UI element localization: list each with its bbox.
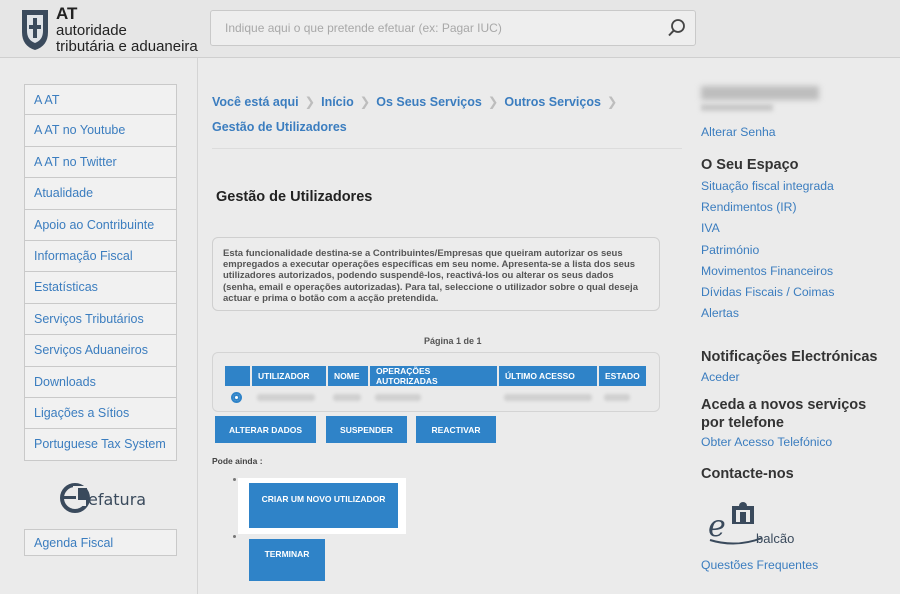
- row-radio-button[interactable]: [231, 391, 242, 403]
- criar-novo-utilizador-button[interactable]: CRIAR UM NOVO UTILIZADOR: [249, 483, 398, 528]
- alterar-dados-button[interactable]: ALTERAR DADOS: [215, 416, 316, 443]
- search-input[interactable]: [211, 11, 641, 45]
- ebalcao-label: balcão: [756, 531, 795, 546]
- breadcrumb-outros-servicos[interactable]: Outros Serviços: [504, 95, 601, 109]
- row-select-cell: [225, 386, 251, 410]
- bullet-icon: [233, 535, 236, 538]
- breadcrumb: Você está aqui ❯ Início ❯ Os Seus Serviços ❯ O…: [212, 90, 662, 140]
- menu-item-informacao-fiscal[interactable]: Informação Fiscal: [24, 240, 177, 273]
- menu-item-apoio[interactable]: Apoio ao Contribuinte: [24, 209, 177, 241]
- cell-nome-redacted: [327, 386, 369, 410]
- link-rendimentos[interactable]: Rendimentos (IR): [701, 197, 891, 218]
- contacte-nos-heading: Contacte-nos: [701, 466, 794, 482]
- efatura-icon: [60, 483, 90, 513]
- users-table: UTILIZADOR NOME OPERAÇÕES AUTORIZADAS ÚL…: [225, 366, 646, 410]
- chevron-right-icon: ❯: [359, 95, 371, 109]
- notificacoes-heading: Notificações Electrónicas: [701, 349, 878, 365]
- pager: Página 1 de 1: [424, 336, 482, 346]
- menu-item-servicos-tributarios[interactable]: Serviços Tributários: [24, 303, 177, 336]
- table-header-ultimo-acesso: ÚLTIMO ACESSO: [498, 366, 599, 386]
- link-dividas-fiscais[interactable]: Dívidas Fiscais / Coimas: [701, 282, 891, 303]
- table-header-select: [225, 366, 252, 386]
- menu-item-ligacoes[interactable]: Ligações a Sítios: [24, 397, 177, 430]
- menu-item-twitter[interactable]: A AT no Twitter: [24, 146, 177, 179]
- info-box: Esta funcionalidade destina-se a Contrib…: [212, 237, 660, 311]
- company-name-redacted: [701, 86, 819, 100]
- menu-item-estatisticas[interactable]: Estatísticas: [24, 272, 177, 304]
- menu-item-a-at[interactable]: A AT: [24, 84, 177, 116]
- cell-operacoes-redacted: [369, 386, 498, 410]
- chevron-right-icon: ❯: [606, 95, 618, 109]
- menu-item-portuguese-tax[interactable]: Portuguese Tax System: [24, 429, 177, 461]
- info-text: Esta funcionalidade destina-se a Contrib…: [223, 248, 638, 304]
- menu-item-agenda-fiscal[interactable]: Agenda Fiscal: [24, 529, 177, 556]
- table-header-utilizador: UTILIZADOR: [251, 366, 328, 386]
- menu-item-youtube[interactable]: A AT no Youtube: [24, 115, 177, 147]
- link-patrimonio[interactable]: Património: [701, 240, 891, 261]
- site-header: AT autoridade tributária e aduaneira: [0, 0, 900, 58]
- bullet-icon: [233, 478, 236, 481]
- o-seu-espaco-links: Situação fiscal integrada Rendimentos (I…: [701, 176, 891, 324]
- terminar-label: TERMINAR: [264, 549, 310, 559]
- breadcrumb-gestao[interactable]: Gestão de Utilizadores: [212, 120, 347, 134]
- search-box: [210, 10, 696, 46]
- questoes-frequentes-link[interactable]: Questões Frequentes: [701, 558, 818, 572]
- menu-item-servicos-aduaneiros[interactable]: Serviços Aduaneiros: [24, 335, 177, 367]
- coat-of-arms-icon: [22, 10, 48, 50]
- nif-redacted: [701, 104, 773, 111]
- o-seu-espaco-heading: O Seu Espaço: [701, 157, 799, 173]
- table-row[interactable]: [225, 386, 646, 410]
- chevron-right-icon: ❯: [304, 95, 316, 109]
- table-header-estado: ESTADO: [598, 366, 646, 386]
- link-alertas[interactable]: Alertas: [701, 303, 891, 324]
- breadcrumb-inicio[interactable]: Início: [321, 95, 354, 109]
- cell-utilizador-redacted: [251, 386, 327, 410]
- obter-acesso-telefonico-link[interactable]: Obter Acesso Telefónico: [701, 435, 832, 449]
- search-icon[interactable]: [667, 18, 687, 38]
- cell-ultimo-acesso-redacted: [498, 386, 598, 410]
- ebalcao-logo[interactable]: e balcão: [706, 500, 806, 550]
- chevron-right-icon: ❯: [487, 95, 499, 109]
- telefone-heading: Aceda a novos serviços por telefone: [701, 397, 867, 431]
- aceder-link[interactable]: Aceder: [701, 370, 740, 384]
- svg-text:e: e: [708, 509, 726, 544]
- table-header-nome: NOME: [327, 366, 370, 386]
- table-header-operacoes: OPERAÇÕES AUTORIZADAS: [369, 366, 499, 386]
- breadcrumb-you-are-here: Você está aqui: [212, 95, 299, 109]
- cell-estado-redacted: [598, 386, 646, 410]
- alterar-senha-link[interactable]: Alterar Senha: [701, 125, 776, 139]
- suspender-button[interactable]: SUSPENDER: [326, 416, 407, 443]
- logo-line-3: tributária e aduaneira: [56, 38, 198, 55]
- reactivar-button[interactable]: REACTIVAR: [416, 416, 496, 443]
- column-divider: [197, 58, 198, 594]
- link-iva[interactable]: IVA: [701, 218, 891, 239]
- menu-item-atualidade[interactable]: Atualidade: [24, 178, 177, 210]
- menu-item-downloads[interactable]: Downloads: [24, 366, 177, 398]
- breadcrumb-servicos[interactable]: Os Seus Serviços: [376, 95, 482, 109]
- criar-novo-utilizador-label: CRIAR UM NOVO UTILIZADOR: [261, 494, 386, 504]
- breadcrumb-divider: [212, 148, 682, 149]
- efatura-logo[interactable]: efatura: [58, 478, 158, 518]
- pode-ainda-label: Pode ainda :: [212, 456, 263, 466]
- terminar-button[interactable]: TERMINAR: [249, 539, 325, 581]
- page-title: Gestão de Utilizadores: [216, 189, 373, 205]
- efatura-label: efatura: [88, 490, 147, 509]
- link-situacao-fiscal[interactable]: Situação fiscal integrada: [701, 176, 891, 197]
- logo-line-2: autoridade: [56, 22, 127, 39]
- logo-line-1: AT: [56, 4, 78, 23]
- left-menu: A AT A AT no Youtube A AT no Twitter Atu…: [24, 84, 177, 461]
- site-logo[interactable]: AT autoridade tributária e aduaneira: [56, 4, 198, 55]
- link-movimentos-financeiros[interactable]: Movimentos Financeiros: [701, 261, 891, 282]
